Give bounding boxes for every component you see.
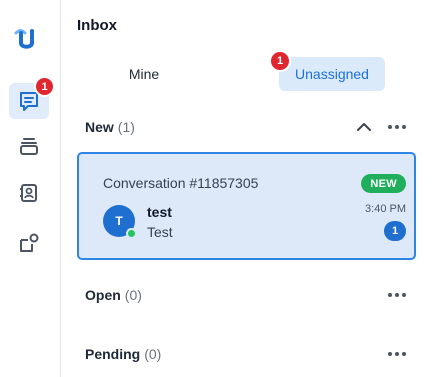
nav-stack[interactable]: [9, 128, 49, 164]
stack-icon: [20, 138, 38, 155]
section-new-count: (1): [117, 119, 135, 135]
section-new-name: New: [85, 119, 114, 135]
contact-name: test: [147, 204, 172, 220]
app-logo[interactable]: [8, 21, 42, 55]
conversation-card[interactable]: Conversation #11857305 NEW T test Test 3…: [77, 152, 416, 260]
integrations-icon: [20, 233, 39, 252]
section-pending-name: Pending: [85, 346, 141, 362]
more-options-icon[interactable]: [388, 344, 406, 364]
nav-unread-badge: 1: [34, 76, 55, 97]
contact-book-icon: [20, 184, 37, 202]
chevron-up-icon[interactable]: [356, 119, 372, 135]
conversation-title: Conversation #11857305: [103, 175, 259, 191]
online-status-dot: [126, 228, 137, 239]
message-preview: Test: [147, 224, 173, 240]
nav-contacts[interactable]: [9, 175, 49, 211]
tab-unassigned-badge: 1: [269, 50, 291, 72]
section-open-name: Open: [85, 287, 121, 303]
section-open-header[interactable]: Open (0): [85, 285, 406, 305]
tab-unassigned[interactable]: 1 Unassigned: [269, 50, 385, 91]
section-pending-count: (0): [144, 346, 162, 362]
section-open-count: (0): [124, 287, 142, 303]
inbox-panel: Inbox Mine 1 Unassigned New (1) Conversa…: [61, 0, 434, 377]
nav-conversations[interactable]: 1: [9, 76, 55, 119]
tab-unassigned-label: Unassigned: [295, 66, 369, 82]
section-pending-header[interactable]: Pending (0): [85, 344, 406, 364]
nav-integrations[interactable]: [9, 225, 49, 261]
tab-mine-label: Mine: [128, 66, 160, 82]
more-options-icon[interactable]: [388, 117, 406, 137]
status-badge: NEW: [361, 174, 406, 193]
left-rail: 1: [0, 0, 61, 377]
section-new-header[interactable]: New (1): [85, 117, 406, 137]
more-options-icon[interactable]: [388, 285, 406, 305]
page-title: Inbox: [77, 17, 117, 34]
unread-count-badge: 1: [384, 221, 406, 241]
message-time: 3:40 PM: [365, 203, 406, 215]
tab-mine[interactable]: Mine: [77, 57, 211, 91]
